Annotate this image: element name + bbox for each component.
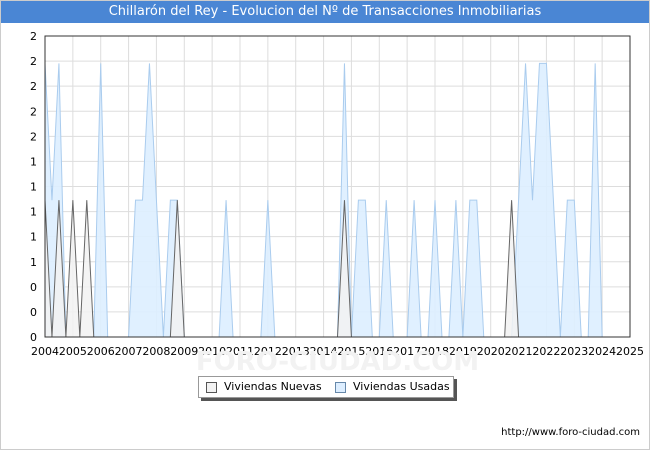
watermark: FORO-CIUDAD.COM <box>196 347 479 377</box>
y-tick-label: 2 <box>30 80 37 93</box>
legend-swatch-nuevas <box>206 382 217 393</box>
y-tick-label: 2 <box>30 130 37 143</box>
source-url: http://www.foro-ciudad.com <box>501 427 640 438</box>
x-tick-label: 2006 <box>87 345 115 358</box>
y-tick-label: 1 <box>30 155 37 168</box>
y-tick-label: 1 <box>30 256 37 269</box>
legend-label-usadas: Viviendas Usadas <box>353 380 450 393</box>
y-tick-label: 2 <box>30 105 37 118</box>
y-tick-label: 0 <box>30 331 37 344</box>
x-tick-label: 2020 <box>477 345 505 358</box>
legend: Viviendas Nuevas Viviendas Usadas <box>198 376 454 398</box>
x-tick-label: 2022 <box>532 345 560 358</box>
x-tick-label: 2009 <box>170 345 198 358</box>
x-tick-label: 2021 <box>505 345 533 358</box>
x-tick-label: 2005 <box>59 345 87 358</box>
y-tick-label: 1 <box>30 181 37 194</box>
x-tick-label: 2004 <box>31 345 59 358</box>
x-tick-label: 2024 <box>588 345 616 358</box>
y-tick-label: 2 <box>30 30 37 43</box>
y-tick-label: 0 <box>30 281 37 294</box>
legend-swatch-usadas <box>335 382 346 393</box>
x-tick-label: 2008 <box>142 345 170 358</box>
y-tick-label: 1 <box>30 231 37 244</box>
y-tick-label: 2 <box>30 55 37 68</box>
y-tick-label: 0 <box>30 306 37 319</box>
x-tick-label: 2007 <box>115 345 143 358</box>
y-tick-label: 1 <box>30 206 37 219</box>
x-tick-label: 2025 <box>616 345 644 358</box>
x-tick-label: 2023 <box>560 345 588 358</box>
legend-label-nuevas: Viviendas Nuevas <box>224 380 322 393</box>
